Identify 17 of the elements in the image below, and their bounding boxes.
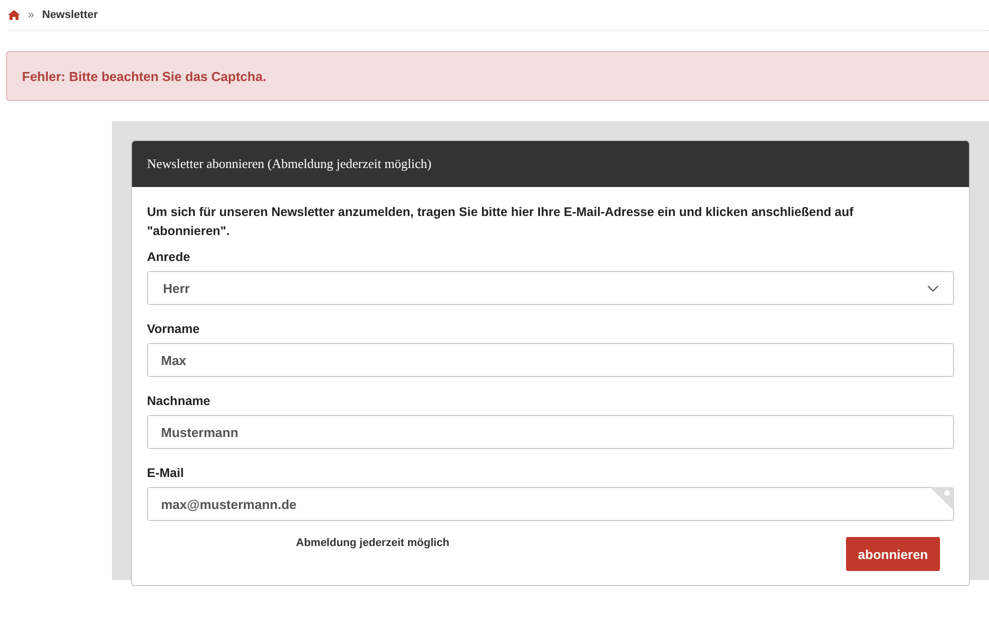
select-field[interactable]: Herr — [147, 271, 954, 305]
input-field[interactable]: Max — [147, 343, 954, 377]
field-label: Vorname — [147, 322, 201, 336]
field-label: Nachname — [147, 394, 212, 408]
error-message: Fehler: Bitte beachten Sie das Captcha. — [22, 68, 266, 84]
input-field[interactable]: max@mustermann.de — [147, 487, 954, 521]
field-label: E-Mail — [147, 466, 185, 480]
breadcrumb-current: Newsletter — [42, 9, 98, 21]
breadcrumb-separator: » — [28, 9, 34, 21]
input-field[interactable]: Mustermann — [147, 415, 954, 449]
card-title: Newsletter abonnieren (Abmeldung jederzeit möglich) — [147, 156, 432, 172]
subscribe-button[interactable]: abonnieren — [846, 537, 940, 571]
unsubscribe-note: Abmeldung jederzeit möglich — [296, 537, 450, 549]
home-icon[interactable] — [8, 10, 20, 20]
chevron-down-icon — [927, 284, 939, 292]
field-label: Anrede — [147, 250, 192, 264]
intro-text: Um sich für unseren Newsletter anzumelden, tragen Sie bitte hier Ihre E-Mail-Adresse ein und klicken anschließend auf "abonnieren". — [147, 204, 854, 240]
